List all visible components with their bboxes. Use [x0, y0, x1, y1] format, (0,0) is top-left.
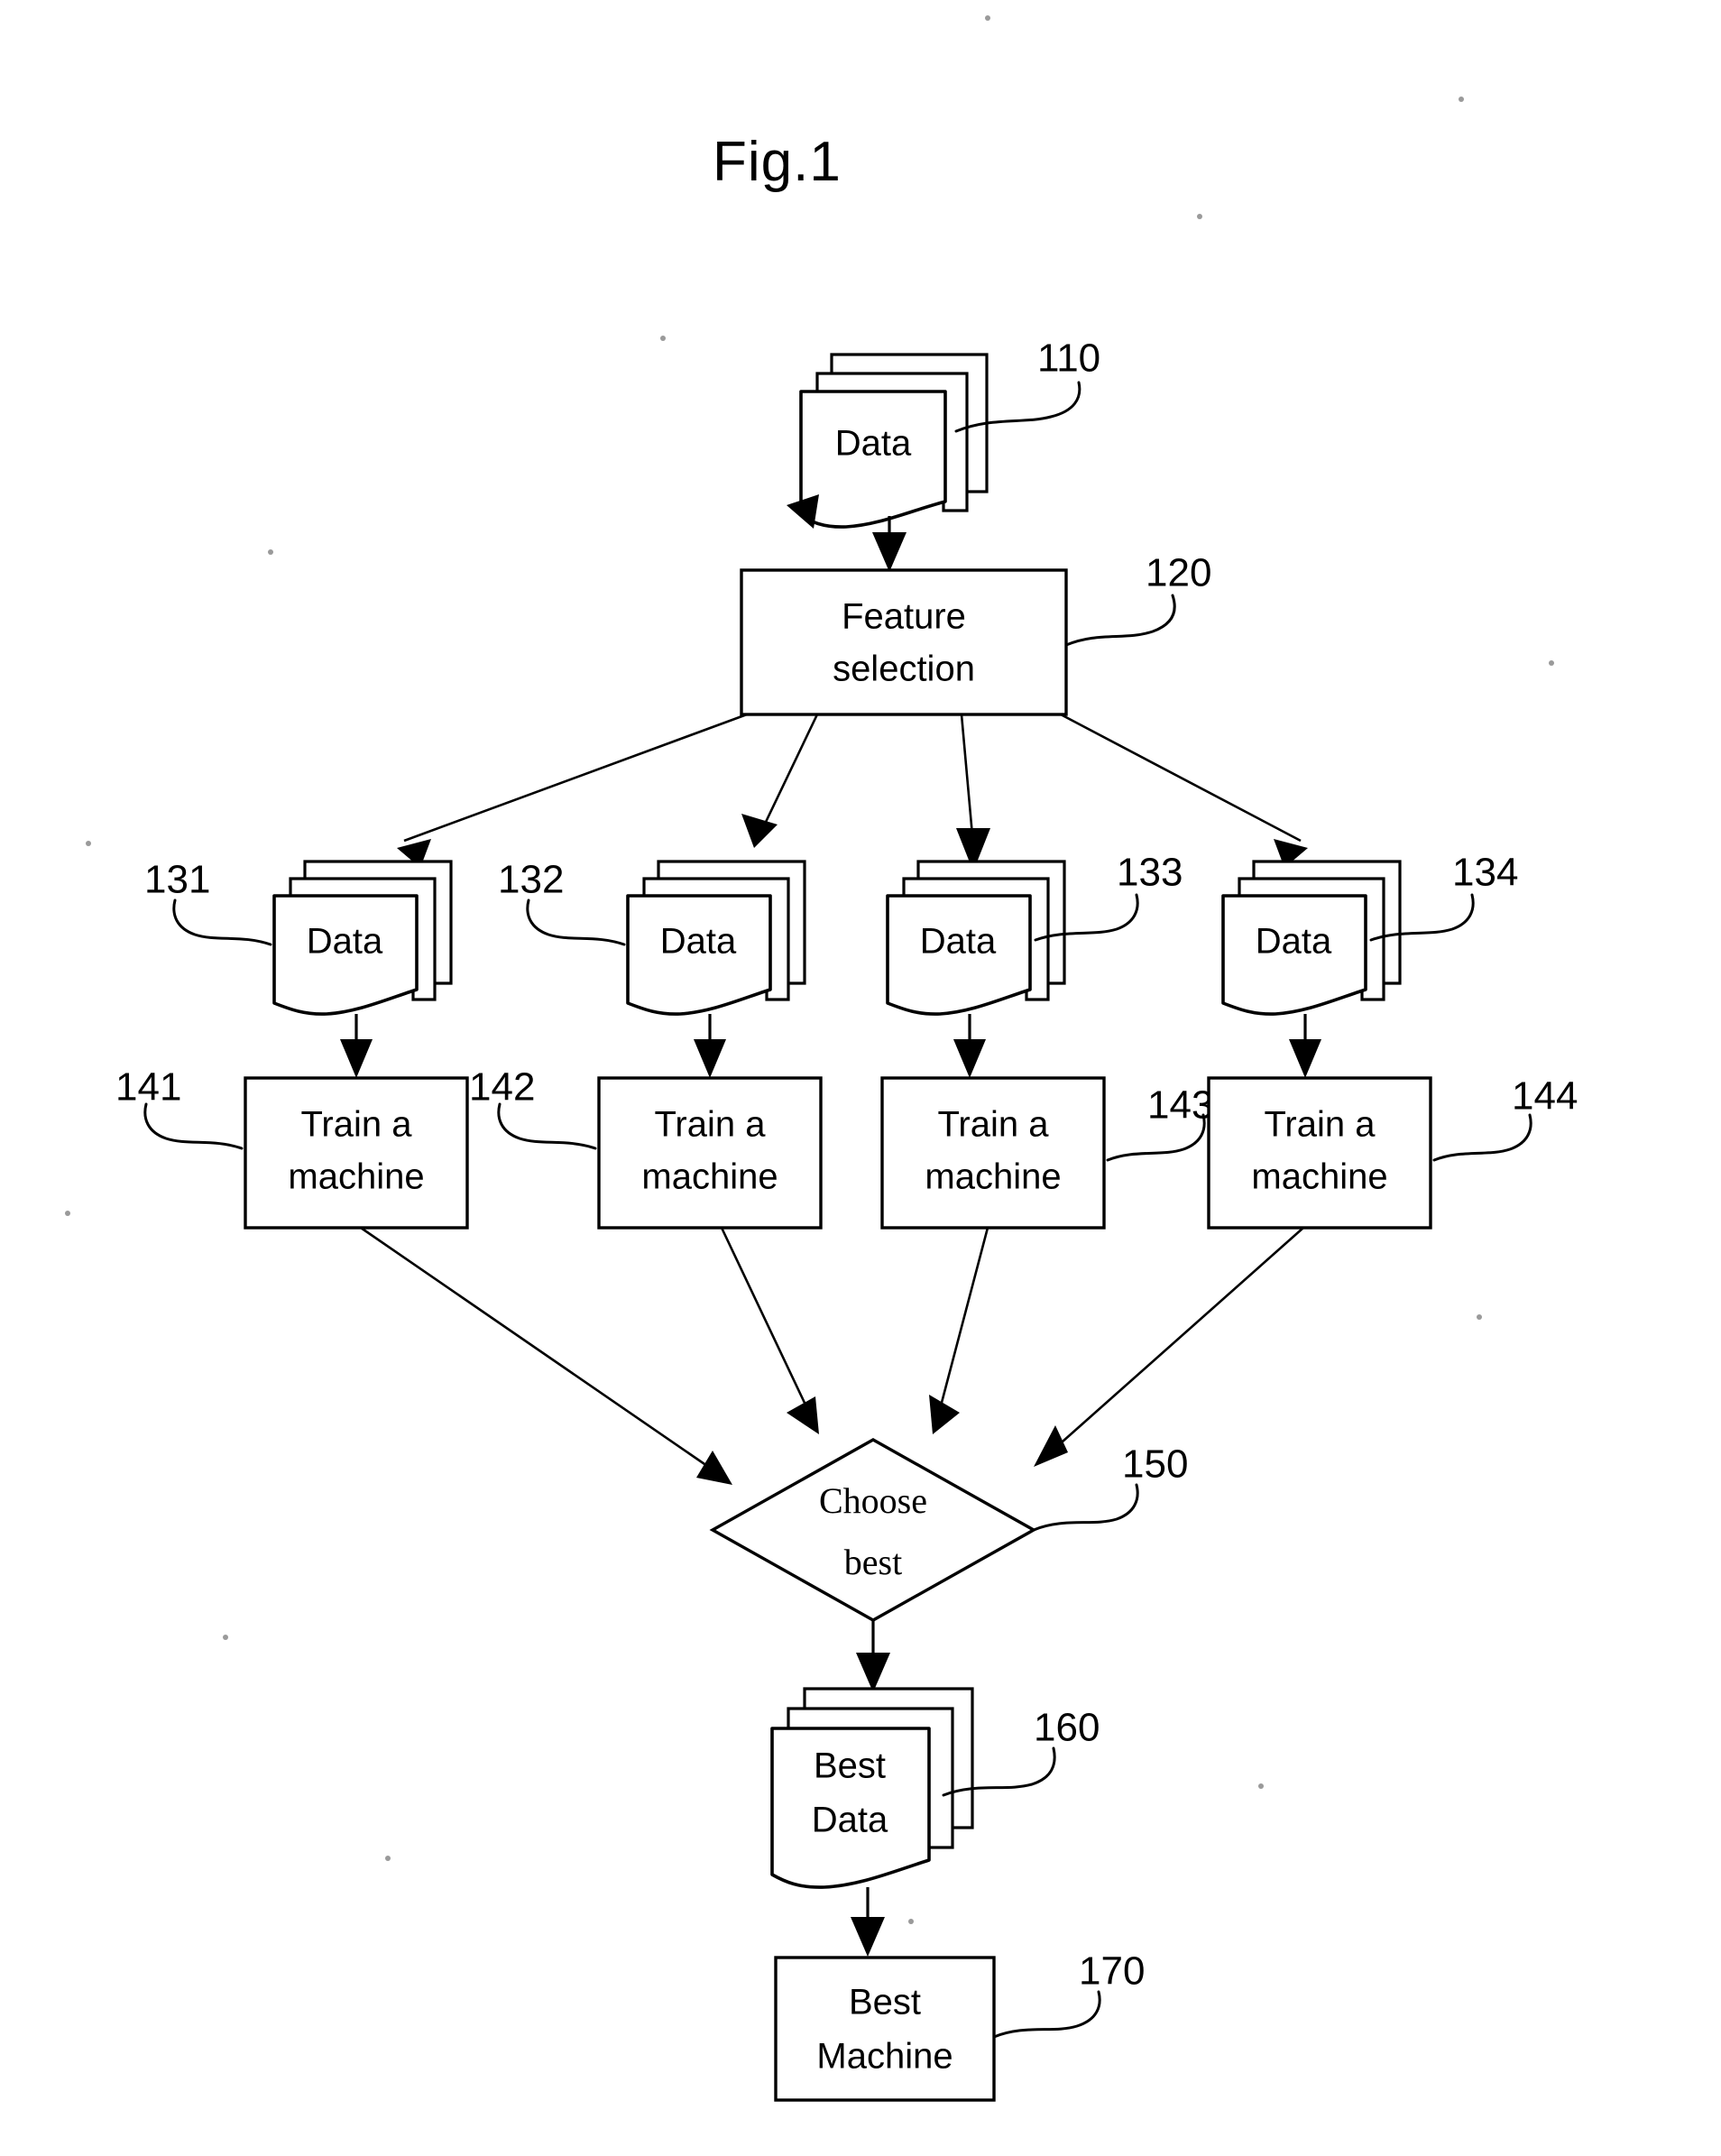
node-data-branch-2-label: Data	[660, 922, 737, 962]
node-train-branch-4[interactable]: Train a machine	[1207, 1076, 1432, 1230]
leader-line-141	[143, 1102, 244, 1150]
figure-title: Fig.1	[713, 131, 842, 193]
leader-line-120	[1064, 594, 1176, 647]
node-source-data-label: Data	[835, 424, 912, 464]
arrowhead-into-data-132	[741, 814, 778, 848]
figure-root: Fig.1 Data 110 Feature selection 120 Dat…	[0, 0, 1721, 2156]
arrowhead-into-best-data	[856, 1653, 890, 1692]
node-best-data[interactable]: Best Data	[770, 1687, 974, 1889]
best-machine-label-line1: Best	[849, 1983, 921, 2022]
train-box-142	[597, 1076, 823, 1230]
choose-best-label-line2: best	[844, 1542, 902, 1582]
node-source-data[interactable]: Data	[787, 353, 989, 529]
best-machine-label-line2: Machine	[816, 2037, 953, 2077]
node-choose-best[interactable]: Choose best	[709, 1438, 1037, 1622]
ref-number-133: 133	[1117, 851, 1183, 895]
ref-number-134: 134	[1452, 851, 1518, 895]
node-feature-selection[interactable]: Feature selection	[740, 568, 1068, 716]
best-data-label-line2: Data	[812, 1801, 888, 1840]
arrowhead-into-train-144	[1289, 1039, 1321, 1078]
ref-number-110: 110	[1037, 336, 1100, 381]
train-box-141	[244, 1076, 469, 1230]
node-data-branch-3-label: Data	[920, 922, 997, 962]
arrowhead-into-train-142	[694, 1039, 726, 1078]
leader-line-144	[1432, 1113, 1532, 1162]
ref-number-120: 120	[1146, 551, 1211, 595]
ref-number-143: 143	[1147, 1083, 1213, 1128]
node-data-branch-2[interactable]: Data	[626, 860, 806, 1016]
ref-number-144: 144	[1512, 1074, 1578, 1119]
train-box-143	[880, 1076, 1106, 1230]
leader-line-142	[497, 1102, 597, 1150]
arrowhead-into-train-143	[953, 1039, 986, 1078]
arrowhead-141-into-choose-best	[696, 1451, 732, 1485]
arrowhead-into-feature-selection	[872, 532, 907, 572]
connector-train-142-to-choose-best	[720, 1227, 814, 1419]
node-train-branch-1[interactable]: Train a machine	[244, 1076, 469, 1230]
train-141-label-line2: machine	[288, 1157, 424, 1197]
node-data-branch-1[interactable]: Data	[272, 860, 453, 1016]
train-143-label-line2: machine	[925, 1157, 1061, 1197]
connector-train-144-to-choose-best	[1045, 1227, 1304, 1457]
choose-best-diamond	[709, 1438, 1037, 1622]
train-144-label-line1: Train a	[1264, 1105, 1376, 1145]
arrowhead-142-into-choose-best	[787, 1396, 819, 1434]
best-machine-box	[774, 1956, 996, 2102]
best-data-label-line1: Best	[814, 1746, 886, 1786]
arrowhead-into-train-141	[340, 1039, 373, 1078]
connector-feature-to-data-133	[960, 714, 974, 836]
feature-selection-box	[740, 568, 1068, 716]
feature-selection-label-line2: selection	[833, 650, 975, 689]
connector-train-143-to-choose-best	[936, 1227, 989, 1417]
node-data-branch-1-label: Data	[307, 922, 383, 962]
ref-number-170: 170	[1079, 1949, 1145, 1994]
node-train-branch-2[interactable]: Train a machine	[597, 1076, 823, 1230]
train-144-label-line2: machine	[1251, 1157, 1387, 1197]
connector-feature-to-data-134	[1060, 713, 1302, 843]
node-data-branch-4-label: Data	[1256, 922, 1332, 962]
feature-selection-label-line1: Feature	[842, 597, 966, 637]
arrowhead-143-into-choose-best	[929, 1395, 960, 1434]
train-box-144	[1207, 1076, 1432, 1230]
train-143-label-line1: Train a	[937, 1105, 1049, 1145]
arrowhead-into-best-machine	[851, 1917, 885, 1957]
fanout-connectors	[397, 713, 1308, 871]
train-142-label-line1: Train a	[654, 1105, 766, 1145]
arrowhead-144-into-choose-best	[1034, 1425, 1068, 1467]
ref-number-132: 132	[498, 858, 564, 902]
ref-number-131: 131	[144, 858, 210, 902]
leader-line-150	[1032, 1483, 1139, 1532]
flowchart-diagram: Fig.1 Data 110 Feature selection 120 Dat…	[65, 15, 1578, 2102]
leader-line-131	[172, 898, 272, 946]
connector-feature-to-data-132	[756, 714, 819, 840]
ref-number-142: 142	[469, 1065, 535, 1110]
node-train-branch-3[interactable]: Train a machine	[880, 1076, 1106, 1230]
leader-line-132	[526, 898, 626, 946]
connector-feature-to-data-131	[403, 713, 748, 843]
ref-number-150: 150	[1122, 1442, 1188, 1487]
ref-number-141: 141	[115, 1065, 181, 1110]
connector-train-141-to-choose-best	[360, 1226, 722, 1478]
train-142-label-line2: machine	[641, 1157, 778, 1197]
leader-line-170	[992, 1990, 1101, 2039]
node-best-machine[interactable]: Best Machine	[774, 1956, 996, 2102]
choose-best-label-line1: Choose	[819, 1480, 927, 1521]
train-141-label-line1: Train a	[300, 1105, 412, 1145]
ref-number-160: 160	[1034, 1706, 1100, 1750]
